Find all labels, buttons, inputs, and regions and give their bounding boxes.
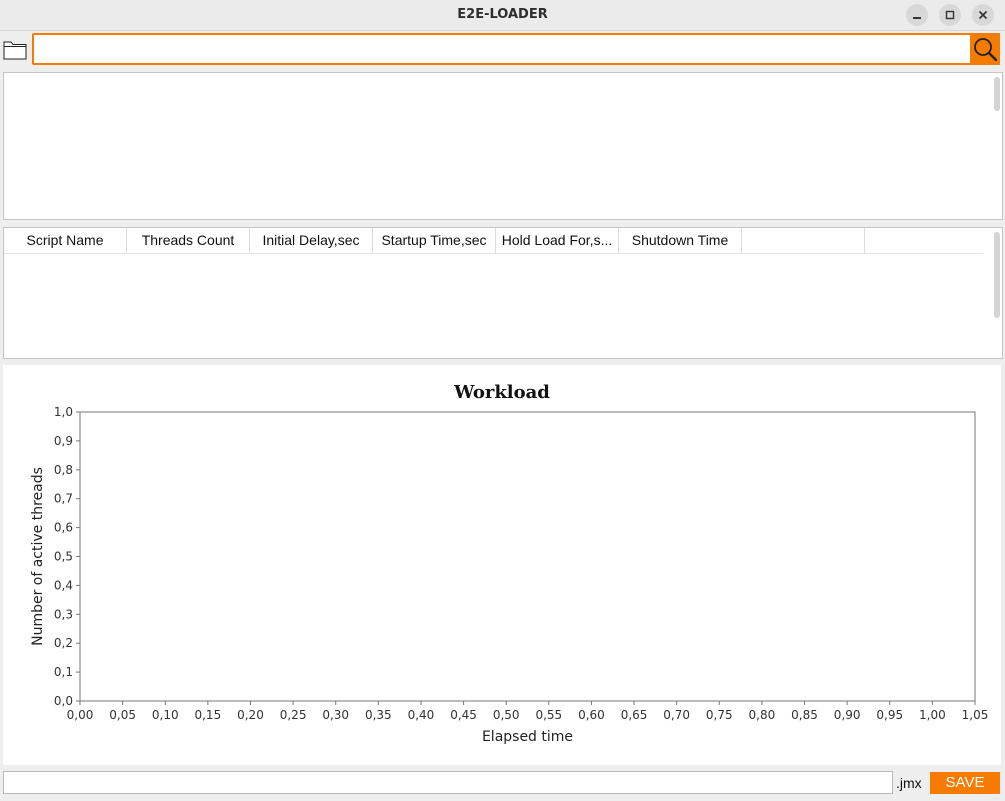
maximize-icon	[945, 10, 955, 20]
column-header-empty-2[interactable]	[865, 228, 983, 253]
x-tick-label: 0,20	[237, 708, 264, 722]
x-tick-label: 0,65	[621, 708, 648, 722]
y-tick-label: 0,9	[54, 434, 73, 448]
y-axis-label: Number of active threads	[30, 467, 46, 646]
x-tick-label: 0,85	[791, 708, 818, 722]
x-tick-label: 0,55	[535, 708, 562, 722]
y-tick-label: 0,1	[54, 665, 73, 679]
x-tick-label: 1,05	[962, 708, 989, 722]
column-header-shutdown-time[interactable]: Shutdown Time	[619, 228, 742, 253]
column-header-hold-load[interactable]: Hold Load For,s...	[496, 228, 619, 253]
file-extension-label: .jmx	[896, 775, 922, 791]
table-header: Script Name Threads Count Initial Delay,…	[4, 228, 983, 254]
window-title: E2E-LOADER	[457, 7, 548, 22]
minimize-icon	[913, 17, 921, 19]
script-list-scrollbar[interactable]	[994, 77, 1000, 111]
column-header-script-name[interactable]: Script Name	[4, 228, 127, 253]
minimize-button[interactable]	[906, 4, 928, 26]
x-axis-label: Elapsed time	[482, 729, 573, 745]
save-button[interactable]: SAVE	[930, 772, 1000, 794]
x-tick-label: 0,75	[706, 708, 733, 722]
x-tick-label: 0,40	[408, 708, 435, 722]
close-button[interactable]	[972, 4, 994, 26]
x-tick-label: 0,90	[834, 708, 861, 722]
table-scrollbar[interactable]	[994, 232, 1000, 318]
y-tick-label: 0,4	[54, 578, 73, 592]
x-tick-label: 0,45	[450, 708, 477, 722]
x-tick-label: 0,80	[749, 708, 776, 722]
folder-icon	[3, 41, 27, 60]
y-tick-label: 0,5	[54, 550, 73, 564]
y-tick-label: 0,3	[54, 607, 73, 621]
column-header-empty-1[interactable]	[742, 228, 865, 253]
x-tick-label: 1,00	[919, 708, 946, 722]
y-tick-label: 0,8	[54, 463, 73, 477]
workload-chart: Workload 0,0 0,1 0,2 0,3 0,4 0,5 0,6 0,7 0,8 0,9 1,…	[3, 365, 1001, 765]
x-tick-label: 0,30	[322, 708, 349, 722]
chart-title: Workload	[453, 382, 550, 403]
x-tick-label: 0,10	[152, 708, 179, 722]
y-tick-label: 0,6	[54, 521, 73, 535]
x-tick-label: 0,05	[109, 708, 136, 722]
y-tick-label: 0,2	[54, 636, 73, 650]
x-tick-label: 0,50	[493, 708, 520, 722]
x-tick-label: 0,15	[194, 708, 221, 722]
app-window: E2E-LOADER Script Name Threads Count Ini…	[0, 0, 1005, 801]
save-bar: .jmx SAVE	[0, 767, 1005, 801]
x-tick-label: 0,00	[67, 708, 94, 722]
thread-groups-table: Script Name Threads Count Initial Delay,…	[3, 227, 1003, 359]
close-icon	[978, 10, 988, 20]
search-button[interactable]	[970, 33, 1000, 65]
column-header-threads-count[interactable]: Threads Count	[127, 228, 250, 253]
x-tick-label: 0,25	[280, 708, 307, 722]
filename-input[interactable]	[3, 771, 893, 794]
maximize-button[interactable]	[939, 4, 961, 26]
y-tick-label: 0,7	[54, 492, 73, 506]
x-tick-label: 0,60	[578, 708, 605, 722]
x-tick-label: 0,70	[663, 708, 690, 722]
open-folder-button[interactable]	[3, 38, 27, 60]
column-header-startup-time[interactable]: Startup Time,sec	[373, 228, 496, 253]
title-bar: E2E-LOADER	[0, 0, 1005, 31]
column-header-initial-delay[interactable]: Initial Delay,sec	[250, 228, 373, 253]
y-tick-label: 0,0	[54, 694, 73, 708]
x-tick-label: 0,35	[365, 708, 392, 722]
chart-svg: Workload 0,0 0,1 0,2 0,3 0,4 0,5 0,6 0,7 0,8 0,9 1,…	[30, 382, 989, 745]
plot-area	[79, 411, 976, 702]
path-toolbar	[0, 31, 1005, 69]
script-list-panel	[3, 72, 1003, 220]
script-path-input[interactable]	[32, 33, 975, 65]
x-tick-label: 0,95	[876, 708, 903, 722]
y-tick-label: 1,0	[54, 405, 73, 419]
search-icon	[974, 38, 998, 62]
